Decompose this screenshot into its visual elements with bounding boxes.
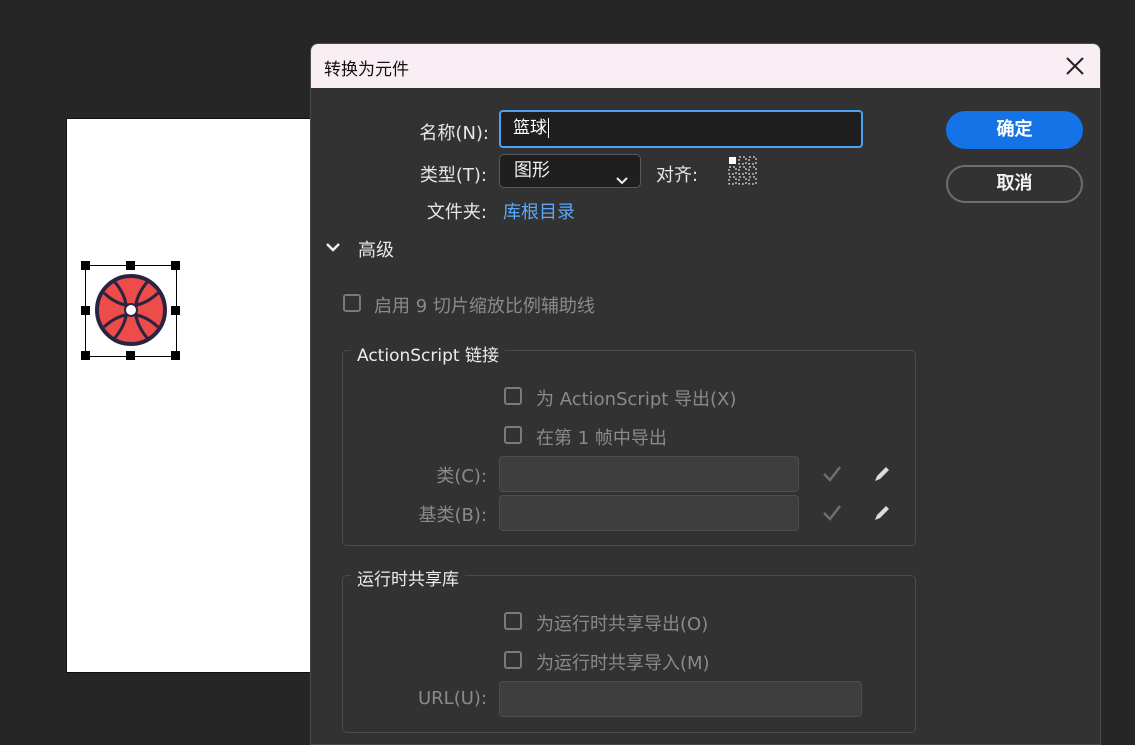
- folder-label: 文件夹:: [426, 202, 487, 223]
- name-input[interactable]: 篮球: [499, 110, 863, 148]
- transform-handle[interactable]: [126, 261, 135, 270]
- actionscript-legend: ActionScript 链接: [351, 341, 505, 366]
- class-label: 类(C):: [436, 466, 487, 487]
- base-class-label: 基类(B):: [418, 505, 487, 526]
- advanced-chevron-icon[interactable]: [325, 239, 341, 255]
- runtime-import-label: 为运行时共享导入(M): [536, 653, 710, 674]
- export-actionscript-label: 为 ActionScript 导出(X): [536, 389, 737, 410]
- cancel-button[interactable]: 取消: [946, 165, 1083, 203]
- export-frame1-checkbox[interactable]: [504, 426, 522, 444]
- base-class-input[interactable]: [499, 495, 799, 531]
- folder-link[interactable]: 库根目录: [503, 198, 575, 224]
- name-label: 名称(N):: [419, 123, 489, 144]
- transform-handle[interactable]: [171, 306, 180, 315]
- advanced-label[interactable]: 高级: [358, 236, 394, 262]
- close-icon[interactable]: [1064, 55, 1086, 77]
- transform-handle[interactable]: [171, 351, 180, 360]
- transform-handle[interactable]: [81, 261, 90, 270]
- export-actionscript-checkbox[interactable]: [504, 387, 522, 405]
- runtime-export-label: 为运行时共享导出(O): [536, 614, 709, 635]
- check-icon[interactable]: [821, 463, 843, 485]
- export-frame1-label: 在第 1 帧中导出: [536, 428, 667, 449]
- dialog-title: 转换为元件: [324, 60, 409, 80]
- type-select-value: 图形: [514, 160, 550, 181]
- transform-handle[interactable]: [81, 351, 90, 360]
- align-label: 对齐:: [656, 165, 699, 186]
- nine-slice-checkbox[interactable]: [343, 294, 361, 312]
- registration-grid-icon[interactable]: [728, 156, 758, 186]
- runtime-export-checkbox[interactable]: [504, 612, 522, 630]
- nine-slice-label: 启用 9 切片缩放比例辅助线: [374, 296, 595, 317]
- transform-handle[interactable]: [171, 261, 180, 270]
- check-icon[interactable]: [821, 502, 843, 524]
- name-input-value: 篮球: [513, 118, 547, 138]
- chevron-down-icon: [616, 166, 628, 185]
- dialog-titlebar: 转换为元件: [311, 44, 1100, 88]
- type-select[interactable]: 图形: [499, 154, 641, 188]
- convert-to-symbol-dialog: 转换为元件 名称(N): 篮球 类型(T): 图形 对齐: 文件夹: 库根目录: [310, 43, 1101, 745]
- pencil-icon[interactable]: [871, 463, 893, 485]
- ok-button[interactable]: 确定: [946, 111, 1083, 149]
- transform-handle[interactable]: [81, 306, 90, 315]
- runtime-legend: 运行时共享库: [351, 565, 465, 590]
- pencil-icon[interactable]: [871, 502, 893, 524]
- url-input[interactable]: [499, 681, 862, 717]
- transform-handle[interactable]: [126, 351, 135, 360]
- basketball-icon[interactable]: [94, 273, 168, 347]
- url-label: URL(U):: [418, 688, 487, 709]
- runtime-import-checkbox[interactable]: [504, 651, 522, 669]
- class-input[interactable]: [499, 456, 799, 492]
- type-label: 类型(T):: [419, 165, 487, 186]
